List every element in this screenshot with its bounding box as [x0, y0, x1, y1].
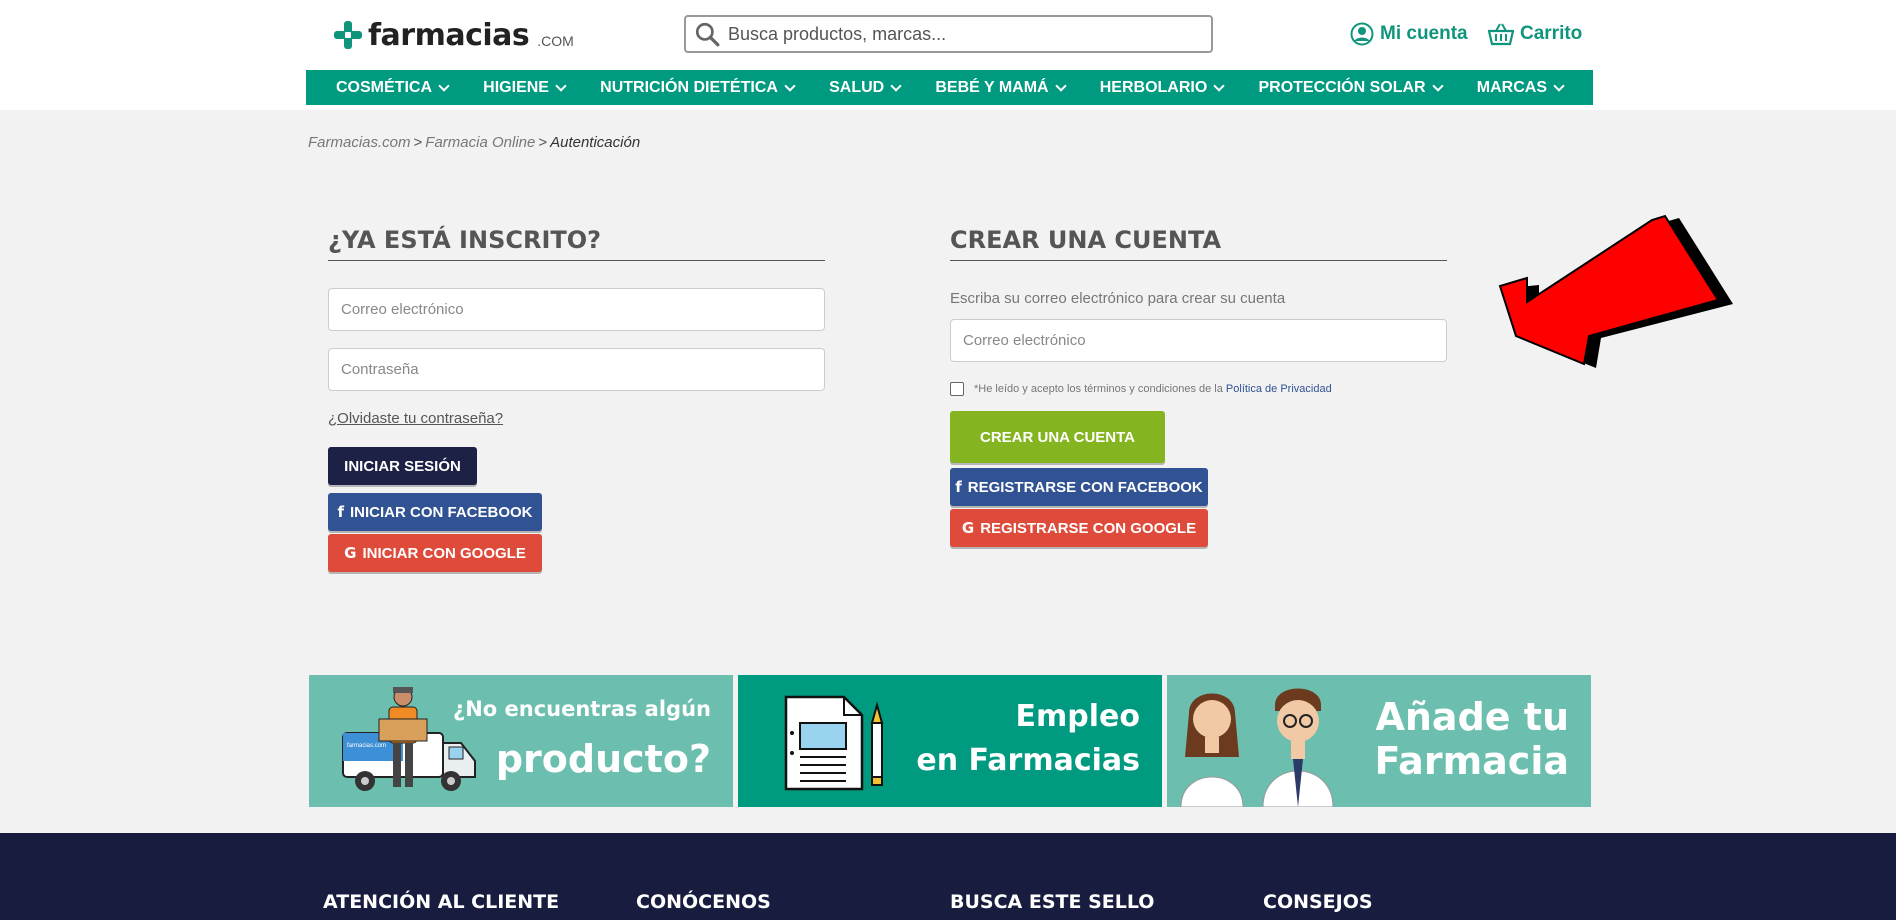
nav-item-label: HERBOLARIO — [1099, 78, 1208, 96]
nav-item-nutricion[interactable]: NUTRICIÓN DIETÉTICA — [600, 78, 796, 97]
breadcrumb: Farmacias.com > Farmacia Online > Autenticac… — [308, 134, 640, 151]
logo-suffix: .COM — [537, 33, 574, 49]
breadcrumb-separator: > — [413, 134, 423, 151]
chevron-down-icon — [890, 79, 902, 92]
create-account-button[interactable]: CREAR UNA CUENTA — [950, 411, 1165, 463]
footer-heading-conocenos: CONÓCENOS — [636, 891, 771, 913]
chevron-down-icon — [1213, 79, 1225, 92]
account-link[interactable]: Mi cuenta — [1350, 20, 1468, 48]
basket-icon — [1488, 23, 1514, 46]
breadcrumb-link-home[interactable]: Farmacias.com — [308, 134, 411, 151]
search-input[interactable] — [728, 23, 1188, 45]
facebook-icon: f — [337, 503, 344, 521]
chevron-down-icon — [438, 79, 450, 92]
nav-item-proteccion[interactable]: PROTECCIÓN SOLAR — [1258, 78, 1444, 97]
register-hint: Escriba su correo electrónico para crear… — [950, 290, 1286, 307]
footer-heading-sello: BUSCA ESTE SELLO — [950, 891, 1155, 913]
chevron-down-icon — [1553, 79, 1565, 92]
chevron-down-icon — [1431, 79, 1444, 92]
footer-heading-consejos: CONSEJOS — [1263, 891, 1373, 913]
nav-item-marcas[interactable]: MARCAS — [1476, 78, 1565, 97]
nav-item-label: BEBÉ Y MAMÁ — [935, 78, 1049, 96]
login-facebook-label: INICIAR CON FACEBOOK — [350, 503, 533, 521]
banner-line-2: en Farmacias — [916, 743, 1140, 778]
main-nav: COSMÉTICA HIGIENE NUTRICIÓN DIETÉTICA SA… — [306, 70, 1593, 105]
site-footer — [0, 833, 1896, 920]
nav-item-herbolario[interactable]: HERBOLARIO — [1099, 78, 1225, 97]
breadcrumb-link-farmacia[interactable]: Farmacia Online — [425, 134, 535, 151]
banner-add-pharmacy[interactable]: Añade tu Farmacia — [1167, 675, 1591, 807]
chevron-down-icon — [555, 79, 567, 92]
privacy-policy-link[interactable]: Política de Privacidad — [1226, 383, 1332, 395]
login-button[interactable]: INICIAR SESIÓN — [328, 447, 477, 485]
site-logo[interactable]: farmacias .COM — [334, 16, 574, 54]
chevron-down-icon — [784, 79, 796, 92]
login-password-field[interactable] — [328, 348, 825, 391]
banner-line-1: ¿No encuentras algún — [453, 697, 711, 721]
nav-item-label: COSMÉTICA — [336, 78, 432, 96]
register-google-label: REGISTRARSE CON GOOGLE — [980, 519, 1197, 537]
nav-item-label: HIGIENE — [483, 78, 549, 96]
cart-link[interactable]: Carrito — [1488, 20, 1582, 48]
search-icon — [695, 22, 720, 47]
nav-item-label: PROTECCIÓN SOLAR — [1258, 78, 1426, 96]
banner-line-1: Empleo — [1015, 699, 1140, 734]
register-google-button[interactable]: G REGISTRARSE CON GOOGLE — [950, 509, 1208, 547]
login-google-button[interactable]: G INICIAR CON GOOGLE — [328, 534, 542, 572]
banner-missing-product[interactable]: farmacias.com ¿No encuentras algún produ… — [309, 675, 733, 807]
terms-text: *He leído y acepto los términos y condic… — [974, 383, 1332, 395]
cross-logo-icon — [334, 21, 362, 49]
login-google-label: INICIAR CON GOOGLE — [362, 544, 526, 562]
breadcrumb-separator: > — [538, 134, 548, 151]
account-label: Mi cuenta — [1380, 23, 1468, 44]
login-email-field[interactable] — [328, 288, 825, 331]
register-facebook-label: REGISTRARSE CON FACEBOOK — [967, 478, 1203, 496]
document-pen-illustration — [784, 695, 884, 791]
nav-item-bebe[interactable]: BEBÉ Y MAMÁ — [935, 78, 1067, 97]
site-header: farmacias .COM Mi cuenta Carrito COSMÉTI… — [0, 0, 1896, 110]
nav-item-higiene[interactable]: HIGIENE — [483, 78, 567, 97]
login-facebook-button[interactable]: f INICIAR CON FACEBOOK — [328, 493, 542, 531]
van-label: farmacias.com — [347, 743, 387, 749]
breadcrumb-current: Autenticación — [550, 134, 641, 151]
nav-item-cosmetica[interactable]: COSMÉTICA — [336, 78, 450, 97]
search-bar[interactable] — [684, 15, 1213, 53]
facebook-icon: f — [955, 478, 962, 496]
red-arrow-annotation — [1498, 214, 1733, 368]
nav-item-label: SALUD — [829, 78, 885, 96]
chevron-down-icon — [1054, 79, 1067, 92]
banner-employment[interactable]: Empleo en Farmacias — [738, 675, 1162, 807]
banner-line-2: producto? — [495, 737, 711, 781]
cart-label: Carrito — [1520, 23, 1583, 44]
nav-item-label: NUTRICIÓN DIETÉTICA — [600, 78, 778, 96]
user-circle-icon — [1350, 22, 1374, 46]
nav-item-salud[interactable]: SALUD — [829, 78, 902, 97]
pharmacists-illustration — [1180, 688, 1334, 807]
footer-heading-atencion: ATENCIÓN AL CLIENTE — [323, 891, 560, 913]
google-icon: G — [961, 519, 975, 537]
terms-checkbox[interactable] — [950, 382, 964, 396]
forgot-password-link[interactable]: ¿Olvidaste tu contraseña? — [328, 410, 503, 427]
register-facebook-button[interactable]: f REGISTRARSE CON FACEBOOK — [950, 468, 1208, 506]
logo-text: farmacias — [368, 17, 530, 53]
banner-line-2: Farmacia — [1374, 739, 1569, 783]
register-title: CREAR UNA CUENTA — [950, 226, 1447, 261]
google-icon: G — [344, 544, 357, 562]
login-title: ¿YA ESTÁ INSCRITO? — [328, 226, 825, 261]
terms-row: *He leído y acepto los términos y condic… — [950, 382, 1332, 396]
register-email-field[interactable] — [950, 319, 1447, 362]
nav-item-label: MARCAS — [1476, 78, 1547, 96]
banner-line-1: Añade tu — [1375, 695, 1569, 739]
